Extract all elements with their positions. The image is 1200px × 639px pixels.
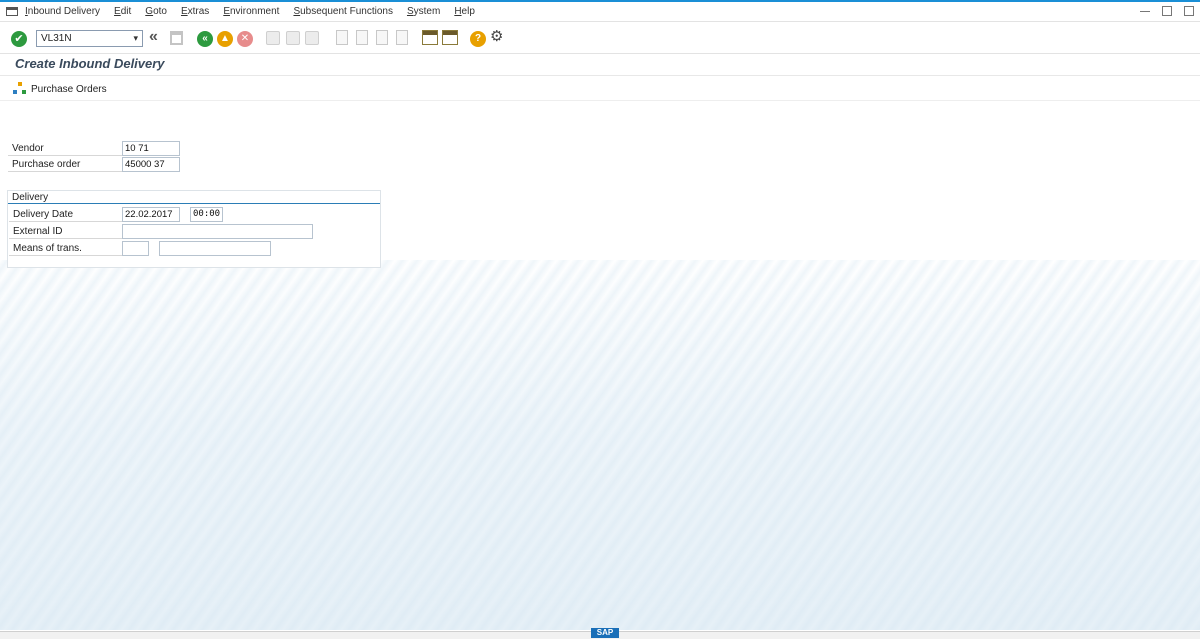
back-icon[interactable]: « xyxy=(197,31,213,47)
system-menu-icon[interactable] xyxy=(6,7,18,16)
page-title: Create Inbound Delivery xyxy=(15,56,165,71)
command-field-value: VL31N xyxy=(41,33,72,44)
print-icon[interactable] xyxy=(266,31,280,45)
find-icon[interactable] xyxy=(286,31,300,45)
vendor-field[interactable]: 10 71 xyxy=(122,141,180,156)
means-of-transport-type-field[interactable] xyxy=(122,241,149,256)
external-id-label: External ID xyxy=(9,225,123,239)
menu-extras[interactable]: Extras xyxy=(181,6,209,17)
find-next-icon[interactable] xyxy=(305,31,319,45)
command-toggle-icon[interactable]: « xyxy=(149,29,158,45)
window-controls xyxy=(1140,6,1194,16)
group-divider xyxy=(8,203,380,204)
hierarchy-icon xyxy=(13,82,27,96)
close-window-icon[interactable] xyxy=(1184,6,1194,16)
system-toolbar: ✔ VL31N ▾ « « ▲ ✕ ? ⚙ xyxy=(0,23,1200,54)
title-bar: Create Inbound Delivery xyxy=(0,55,1200,76)
menu-help[interactable]: Help xyxy=(454,6,475,17)
menu-edit[interactable]: Edit xyxy=(114,6,131,17)
status-bar: SAP xyxy=(0,628,1200,639)
last-page-icon[interactable] xyxy=(396,30,408,45)
external-id-field[interactable] xyxy=(122,224,313,239)
shortcut-icon[interactable] xyxy=(442,30,458,45)
chevron-down-icon[interactable]: ▾ xyxy=(133,33,138,44)
minimize-icon[interactable] xyxy=(1140,6,1150,12)
enter-icon[interactable]: ✔ xyxy=(11,31,27,47)
first-page-icon[interactable] xyxy=(336,30,348,45)
application-toolbar: Purchase Orders xyxy=(0,77,1200,101)
purchase-order-label: Purchase order xyxy=(8,158,122,172)
cancel-icon[interactable]: ✕ xyxy=(237,31,253,47)
means-of-transport-id-field[interactable] xyxy=(159,241,271,256)
purchase-orders-button[interactable]: Purchase Orders xyxy=(13,82,107,96)
exit-icon[interactable]: ▲ xyxy=(217,31,233,47)
main-content: Vendor 10 71 Purchase order 45000 37 Del… xyxy=(0,101,1200,631)
menu-goto[interactable]: Goto xyxy=(145,6,167,17)
delivery-time-field[interactable]: 00:00 xyxy=(190,207,223,222)
previous-page-icon[interactable] xyxy=(356,30,368,45)
command-field[interactable]: VL31N ▾ xyxy=(36,30,143,47)
menu-inbound-delivery[interactable]: Inbound Delivery xyxy=(25,6,100,17)
delivery-date-label: Delivery Date xyxy=(9,208,123,222)
menu-environment[interactable]: Environment xyxy=(223,6,279,17)
save-icon[interactable] xyxy=(170,31,183,45)
delivery-group-title: Delivery xyxy=(12,192,49,203)
vendor-label: Vendor xyxy=(8,142,122,156)
sap-logo: SAP xyxy=(591,628,619,638)
menu-bar: Inbound Delivery Edit Goto Extras Enviro… xyxy=(0,2,1200,22)
customize-layout-icon[interactable]: ⚙ xyxy=(490,29,503,45)
purchase-order-field[interactable]: 45000 37 xyxy=(122,157,180,172)
menu-subsequent-functions[interactable]: Subsequent Functions xyxy=(293,6,393,17)
next-page-icon[interactable] xyxy=(376,30,388,45)
create-session-icon[interactable] xyxy=(422,30,438,45)
help-icon[interactable]: ? xyxy=(470,31,486,47)
delivery-group: Delivery Delivery Date 22.02.2017 00:00 … xyxy=(7,190,381,268)
purchase-orders-label: Purchase Orders xyxy=(31,83,107,95)
menu-system[interactable]: System xyxy=(407,6,440,17)
maximize-icon[interactable] xyxy=(1162,6,1172,16)
means-of-transport-label: Means of trans. xyxy=(9,242,123,256)
delivery-date-field[interactable]: 22.02.2017 xyxy=(122,207,180,222)
